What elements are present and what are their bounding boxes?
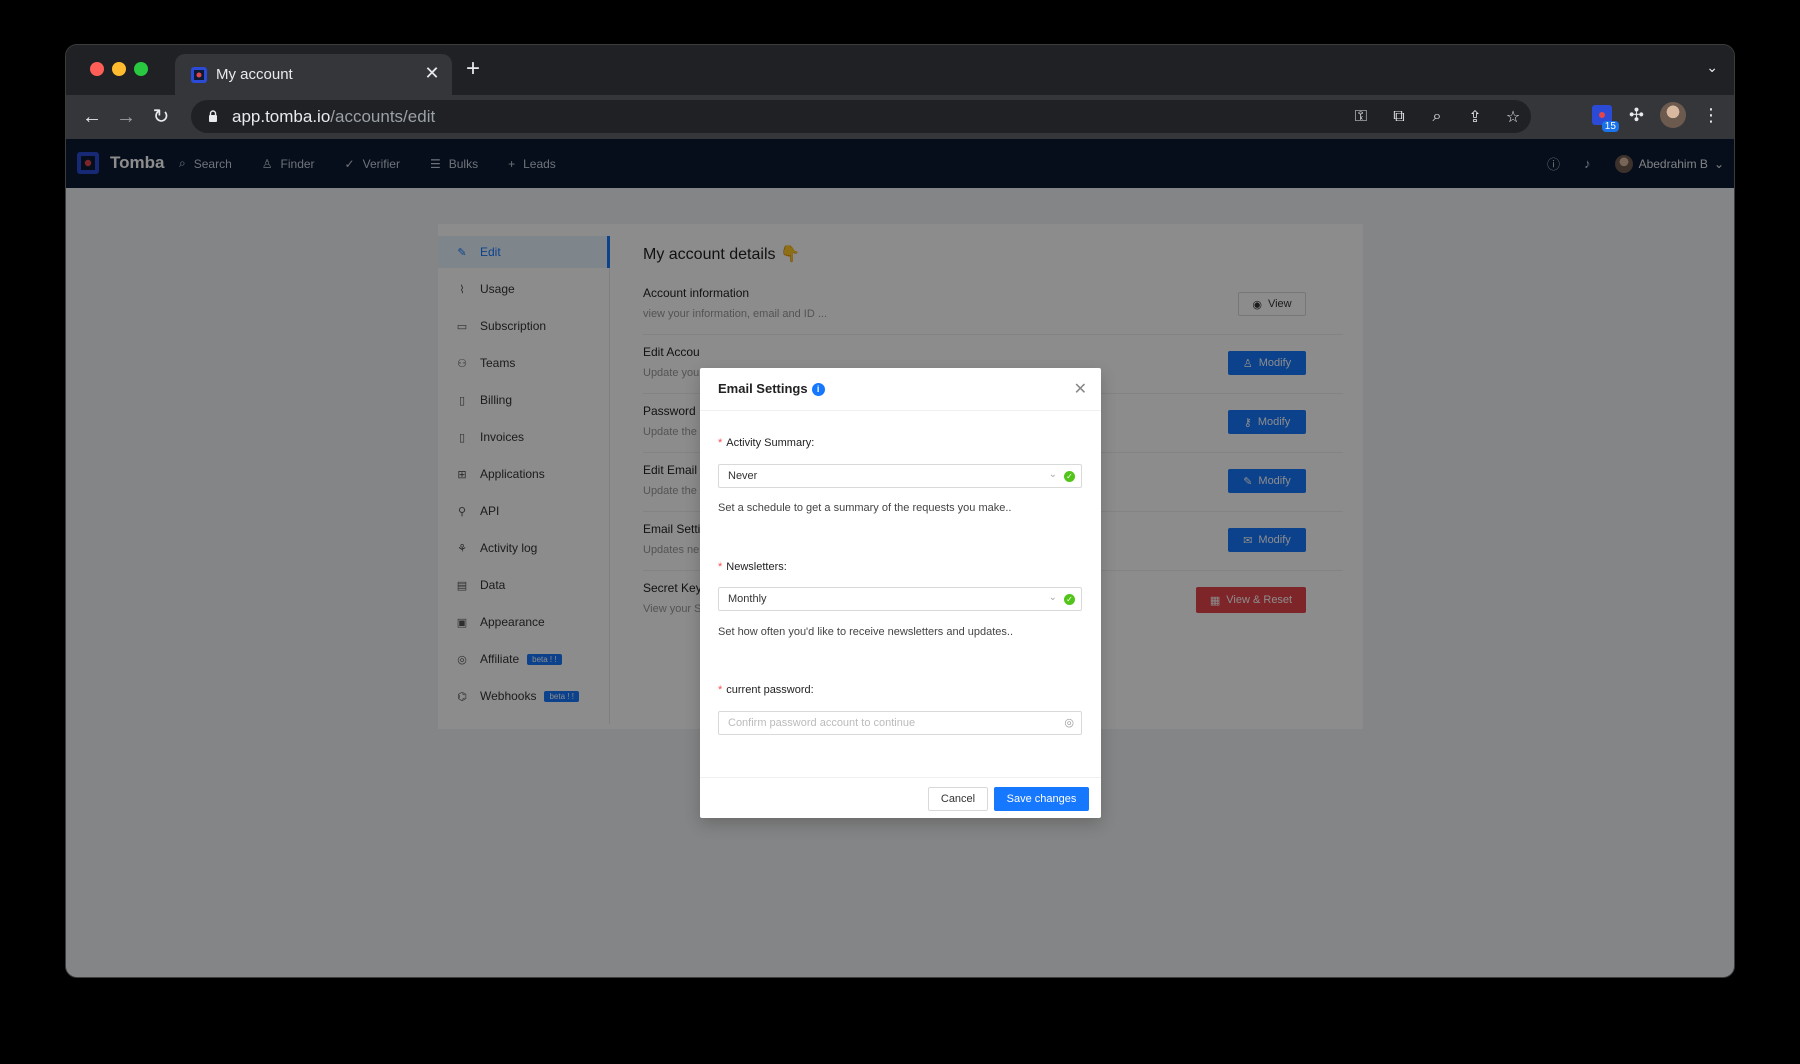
browser-window: My account ✕ + ⌄ ← → ↻ app.tomba.io/acco… [65,44,1735,978]
modal-title: Email Settings i [718,381,825,396]
modal-header: Email Settings i ✕ [700,368,1101,411]
forward-icon[interactable]: → [114,105,138,129]
activity-summary-select[interactable]: Never ⌄ ✓ [718,464,1082,488]
tomba-extension-icon[interactable]: 15 [1591,104,1619,132]
tab-title: My account [216,66,293,83]
reload-icon[interactable]: ↻ [149,105,173,129]
share-icon[interactable]: ⇪ [1465,107,1485,127]
modal-title-text: Email Settings [718,381,808,396]
newsletters-help: Set how often you'd like to receive news… [718,626,1013,638]
url-host: app.tomba.io [232,107,331,126]
bookmark-star-icon[interactable]: ☆ [1503,107,1523,127]
extension-badge: 15 [1601,121,1619,132]
modal-footer: Cancel Save changes [700,777,1101,818]
activity-summary-label: * Activity Summary: [718,437,814,449]
close-window-button[interactable] [90,62,104,76]
open-external-icon[interactable]: ⧉ [1389,108,1409,126]
label-colon: : [783,561,787,573]
close-icon[interactable]: ✕ [1074,379,1087,399]
back-icon[interactable]: ← [80,105,104,129]
browser-menu-icon[interactable]: ⋮ [1702,105,1720,126]
activity-summary-help: Set a schedule to get a summary of the r… [718,502,1012,514]
label-colon: : [810,684,814,696]
email-settings-modal: Email Settings i ✕ * Activity Summary: Nev… [700,368,1101,818]
extensions-puzzle-icon[interactable]: ✣ [1629,105,1644,126]
zoom-icon[interactable]: ⌕ [1427,108,1447,126]
new-tab-button[interactable]: + [466,57,480,81]
current-password-input[interactable]: Confirm password account to continue ◎ [718,711,1082,735]
required-mark: * [718,561,723,573]
tab-list-icon[interactable]: ⌄ [1706,59,1718,76]
label-colon: : [811,437,815,449]
select-value: Never [728,470,758,482]
current-password-label: * current password: [718,684,814,696]
lock-icon [209,110,217,122]
tab-close-icon[interactable]: ✕ [422,63,442,84]
label-text: current password [726,684,811,696]
label-text: Newsletters [726,561,784,573]
success-check-icon: ✓ [1064,594,1075,605]
maximize-window-button[interactable] [134,62,148,76]
chevron-down-icon: ⌄ [1048,592,1057,603]
select-value: Monthly [728,593,767,605]
password-placeholder: Confirm password account to continue [728,717,916,729]
success-check-icon: ✓ [1064,471,1075,482]
newsletters-label: * Newsletters: [718,561,787,573]
web-page: Tomba ⌕ Search ♙ Finder ✓ Verifier ☰ Bulks +… [66,139,1734,977]
label-text: Activity Summary [726,437,812,449]
tab-strip: My account ✕ + ⌄ [66,45,1734,95]
tomba-favicon-icon [191,67,207,83]
chevron-down-icon: ⌄ [1048,469,1057,480]
newsletters-select[interactable]: Monthly ⌄ ✓ [718,587,1082,611]
address-bar[interactable]: app.tomba.io/accounts/edit ⚿ ⧉ ⌕ ⇪ ☆ [191,100,1531,133]
required-mark: * [718,437,723,449]
browser-toolbar: ← → ↻ app.tomba.io/accounts/edit ⚿ ⧉ ⌕ ⇪… [66,95,1734,139]
profile-avatar[interactable] [1660,102,1686,128]
required-mark: * [718,684,723,696]
info-icon[interactable]: i [811,383,825,396]
minimize-window-button[interactable] [112,62,126,76]
key-icon[interactable]: ⚿ [1351,108,1371,126]
url-path: /accounts/edit [330,107,436,126]
cancel-button[interactable]: Cancel [928,787,988,811]
browser-tab[interactable]: My account ✕ [175,54,452,95]
save-changes-button[interactable]: Save changes [994,787,1089,811]
eye-invisible-icon[interactable]: ◎ [1064,716,1074,729]
url-text: app.tomba.io/accounts/edit [232,107,435,127]
